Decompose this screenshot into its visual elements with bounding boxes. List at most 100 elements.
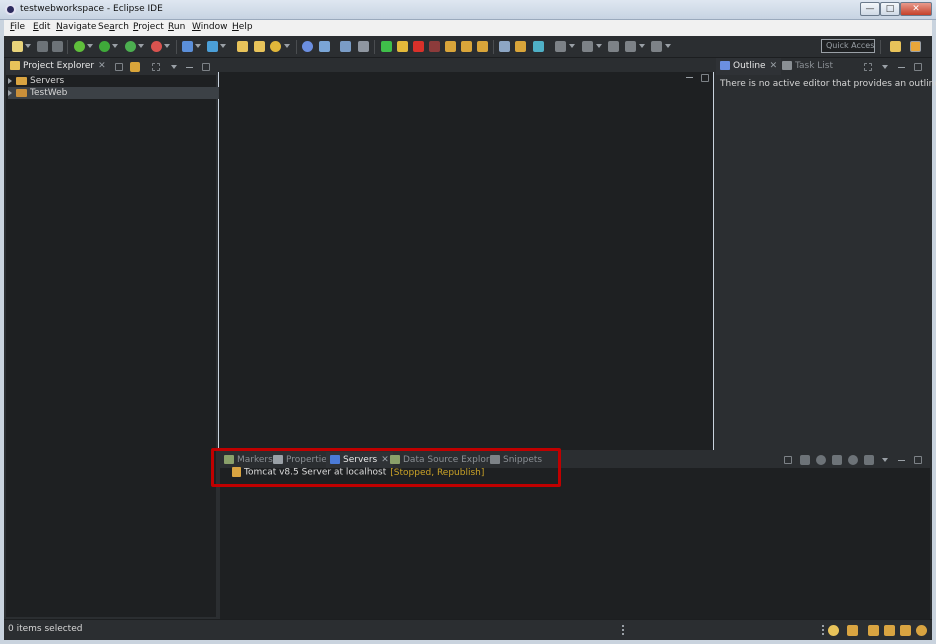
minimize-view-icon[interactable] [186, 67, 193, 68]
tab-outline[interactable]: Outline ✕ [716, 58, 782, 75]
tree-item-servers[interactable]: Servers [8, 75, 219, 87]
outline-message: There is no active editor that provides … [720, 79, 936, 89]
book-icon[interactable] [868, 625, 879, 636]
maximize-view-icon[interactable] [914, 63, 922, 71]
menu-file[interactable]: File [10, 22, 25, 32]
maximize-editor-icon[interactable] [701, 74, 709, 82]
debug-server-icon[interactable] [800, 455, 810, 465]
run-icon[interactable] [99, 41, 110, 52]
back-icon[interactable] [625, 41, 636, 52]
previous-annotation-icon[interactable] [582, 41, 593, 52]
console-icon[interactable] [499, 41, 510, 52]
suspend-icon[interactable] [397, 41, 408, 52]
minimize-button[interactable]: — [860, 2, 880, 16]
run-server-dropdown-icon[interactable] [138, 44, 144, 48]
close-icon[interactable]: ✕ [98, 61, 106, 71]
menu-search[interactable]: Search [98, 22, 129, 32]
status-text: 0 items selected [8, 624, 83, 634]
tab-task-list[interactable]: Task List [778, 58, 837, 75]
use-step-filters-icon[interactable] [515, 41, 526, 52]
menu-navigate[interactable]: Navigate [56, 22, 96, 32]
external-tools-dropdown-icon[interactable] [164, 44, 170, 48]
highlight-annotation [211, 448, 561, 487]
tree-item-testweb[interactable]: TestWeb [8, 87, 219, 99]
close-icon[interactable]: ✕ [770, 61, 778, 71]
minimize-view-icon[interactable] [898, 67, 905, 68]
outline-icon [720, 61, 730, 70]
expand-icon[interactable] [8, 89, 12, 96]
view-menu-icon[interactable] [882, 458, 888, 462]
run-dropdown-icon[interactable] [112, 44, 118, 48]
step-into-icon[interactable] [445, 41, 456, 52]
editor-area[interactable] [219, 72, 713, 450]
last-edit-location-icon[interactable] [608, 41, 619, 52]
save-all-icon[interactable] [52, 41, 63, 52]
pin-icon[interactable] [358, 41, 369, 52]
link-with-editor-icon[interactable] [130, 62, 140, 72]
tree-icon[interactable] [319, 41, 330, 52]
external-tools-icon[interactable] [151, 41, 162, 52]
focus-icon[interactable] [864, 63, 872, 71]
home-icon[interactable] [847, 625, 858, 636]
maximize-view-icon[interactable] [202, 63, 210, 71]
new-dropdown-icon[interactable] [25, 44, 31, 48]
lightbulb-icon[interactable] [828, 625, 839, 636]
run-server-icon[interactable] [125, 41, 136, 52]
focus-icon[interactable] [152, 63, 160, 71]
new-server-icon[interactable] [207, 41, 218, 52]
view-menu-icon[interactable] [171, 65, 177, 69]
disconnect-icon[interactable] [429, 41, 440, 52]
save-icon[interactable] [37, 41, 48, 52]
maximize-view-icon[interactable] [914, 456, 922, 464]
status-separator [622, 625, 624, 635]
tab-project-explorer[interactable]: Project Explorer ✕ [6, 58, 110, 75]
gear-icon[interactable] [916, 625, 927, 636]
menu-edit[interactable]: Edit [33, 22, 50, 32]
menu-window[interactable]: Window [192, 22, 228, 32]
project-explorer-view: Project Explorer ✕ Servers TestWeb [4, 58, 219, 619]
tutorial-icon[interactable] [884, 625, 895, 636]
menu-project[interactable]: Project [133, 22, 164, 32]
main-toolbar: Quick Access [4, 36, 932, 58]
resume-icon[interactable] [381, 41, 392, 52]
search-icon[interactable] [270, 41, 281, 52]
open-perspective-icon[interactable] [890, 41, 901, 52]
java-ee-perspective-icon[interactable] [910, 41, 921, 52]
menu-run[interactable]: Run [168, 22, 185, 32]
wand-icon[interactable] [900, 625, 911, 636]
menu-help[interactable]: Help [232, 22, 253, 32]
close-button[interactable]: ✕ [900, 2, 932, 16]
quick-access-field[interactable]: Quick Access [821, 39, 875, 53]
open-task-icon[interactable] [254, 41, 265, 52]
maximize-button[interactable]: □ [880, 2, 900, 16]
publish-icon[interactable] [864, 455, 874, 465]
start-server-icon[interactable] [816, 455, 826, 465]
toggle-breakpoint-icon[interactable] [533, 41, 544, 52]
status-bar: 0 items selected [4, 619, 932, 640]
forward-icon[interactable] [651, 41, 662, 52]
minimize-view-icon[interactable] [898, 460, 905, 461]
open-type-icon[interactable] [237, 41, 248, 52]
new-icon[interactable] [12, 41, 23, 52]
debug-icon[interactable] [74, 41, 85, 52]
web-browser-icon[interactable] [302, 41, 313, 52]
menu-bar: File Edit Navigate Search Project Run Wi… [4, 20, 932, 36]
eclipse-logo-icon [5, 4, 16, 15]
stop-server-icon[interactable] [848, 455, 858, 465]
collapse-all-icon[interactable] [115, 63, 123, 71]
collapse-all-icon[interactable] [784, 456, 792, 464]
terminate-icon[interactable] [413, 41, 424, 52]
new-java-project-icon[interactable] [182, 41, 193, 52]
screen-icon[interactable] [340, 41, 351, 52]
step-over-icon[interactable] [461, 41, 472, 52]
task-list-icon [782, 61, 792, 70]
step-return-icon[interactable] [477, 41, 488, 52]
minimize-editor-icon[interactable] [686, 77, 693, 78]
expand-icon[interactable] [8, 77, 12, 84]
search-dropdown-icon[interactable] [284, 44, 290, 48]
profile-server-icon[interactable] [832, 455, 842, 465]
debug-dropdown-icon[interactable] [87, 44, 93, 48]
next-annotation-icon[interactable] [555, 41, 566, 52]
view-menu-icon[interactable] [882, 65, 888, 69]
web-project-icon [16, 88, 27, 97]
